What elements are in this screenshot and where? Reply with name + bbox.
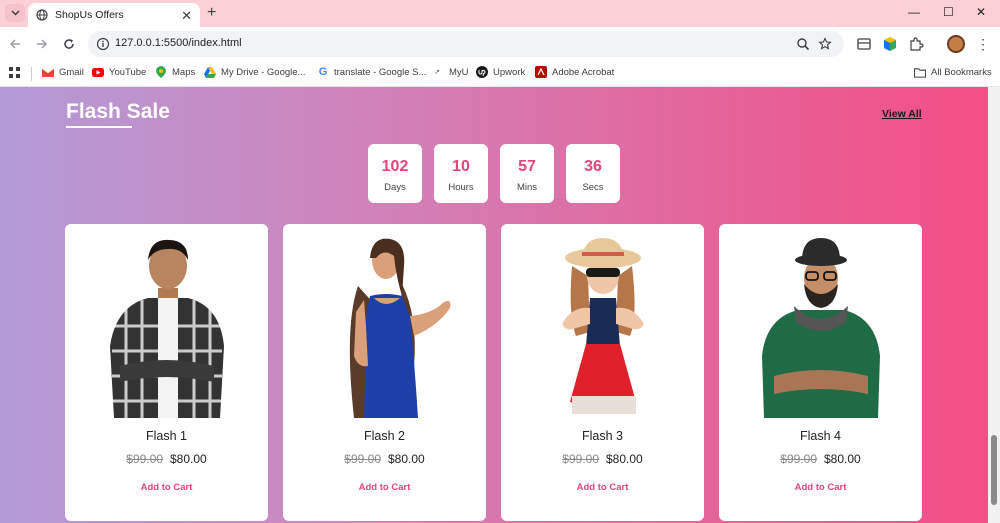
product-price: $99.00 $80.00 <box>501 452 704 466</box>
forward-button[interactable] <box>34 36 50 52</box>
bookmarks-bar: Gmail YouTube Maps My Drive - Google... … <box>0 61 1000 87</box>
active-tab[interactable]: ShopUs Offers ✕ <box>28 3 200 27</box>
info-icon[interactable] <box>96 37 110 51</box>
arrow-right-icon <box>37 39 48 49</box>
countdown-hours: 10 Hours <box>434 144 488 203</box>
close-window-icon[interactable]: ✕ <box>976 5 986 19</box>
old-price: $99.00 <box>780 452 817 466</box>
upwork-icon <box>476 66 488 78</box>
add-to-cart-button[interactable]: Add to Cart <box>283 482 486 493</box>
close-tab-icon[interactable]: ✕ <box>181 9 192 22</box>
add-to-cart-button[interactable]: Add to Cart <box>65 482 268 493</box>
page-scrollbar[interactable] <box>988 87 1000 523</box>
extension-cube-icon[interactable] <box>882 36 898 52</box>
countdown-value: 36 <box>584 158 602 175</box>
old-price: $99.00 <box>344 452 381 466</box>
product-card[interactable]: Flash 2 $99.00 $80.00 Add to Cart <box>283 224 486 521</box>
back-button[interactable] <box>7 36 23 52</box>
product-name: Flash 1 <box>146 429 187 443</box>
product-name: Flash 2 <box>364 429 405 443</box>
product-image-man-green-sweater[interactable] <box>750 236 891 418</box>
bookmark-star-icon[interactable] <box>818 37 832 51</box>
more-options-icon[interactable]: ⋮ <box>976 36 990 53</box>
arrow-left-icon <box>9 39 20 49</box>
tab-search-button[interactable] <box>5 4 25 22</box>
sale-price: $80.00 <box>606 452 643 466</box>
countdown-value: 102 <box>381 158 409 175</box>
profile-avatar[interactable] <box>947 35 965 53</box>
section-title: Flash Sale <box>66 100 170 123</box>
chevron-down-icon <box>10 10 20 16</box>
apps-grid-icon[interactable] <box>9 67 21 79</box>
product-price: $99.00 $80.00 <box>65 452 268 466</box>
url-text: 127.0.0.1:5500/index.html <box>115 37 242 49</box>
title-underline <box>66 126 132 128</box>
product-card[interactable]: Flash 1 $99.00 $80.00 Add to Cart <box>65 224 268 521</box>
product-image-girl-red-dress[interactable] <box>532 236 673 418</box>
bookmark-translate[interactable]: G translate - Google S... <box>317 66 427 78</box>
sale-price: $80.00 <box>824 452 861 466</box>
drive-icon <box>204 66 216 78</box>
browser-tab-bar: ShopUs Offers ✕ + — ☐ ✕ <box>0 0 1000 27</box>
countdown-label: Secs <box>582 182 604 193</box>
countdown-days: 102 Days <box>368 144 422 203</box>
scrollbar-thumb[interactable] <box>991 435 997 505</box>
reload-icon <box>64 39 74 49</box>
sale-price: $80.00 <box>170 452 207 466</box>
youtube-icon <box>92 66 104 78</box>
product-card[interactable]: Flash 3 $99.00 $80.00 Add to Cart <box>501 224 704 521</box>
product-name: Flash 4 <box>800 429 841 443</box>
old-price: $99.00 <box>126 452 163 466</box>
countdown-label: Mins <box>516 182 538 193</box>
zoom-icon[interactable] <box>796 37 810 51</box>
product-name: Flash 3 <box>582 429 623 443</box>
media-icon[interactable] <box>856 36 872 52</box>
all-bookmarks[interactable]: All Bookmarks <box>914 66 992 78</box>
new-tab-icon[interactable]: + <box>207 4 216 22</box>
globe-icon <box>36 9 48 21</box>
product-price: $99.00 $80.00 <box>283 452 486 466</box>
product-price: $99.00 $80.00 <box>719 452 922 466</box>
google-g-icon: G <box>318 66 328 78</box>
bookmark-adobe-acrobat[interactable]: Adobe Acrobat <box>535 66 614 78</box>
countdown-secs: 36 Secs <box>566 144 620 203</box>
countdown-label: Days <box>384 182 406 193</box>
acrobat-icon <box>535 66 547 78</box>
countdown-mins: 57 Mins <box>500 144 554 203</box>
product-image-woman-blue-dress[interactable] <box>314 236 455 418</box>
maximize-icon[interactable]: ☐ <box>943 5 954 19</box>
tab-title: ShopUs Offers <box>55 9 124 21</box>
bookmark-gmail[interactable]: Gmail <box>42 66 84 78</box>
bookmark-youtube[interactable]: YouTube <box>92 66 146 78</box>
sale-price: $80.00 <box>388 452 425 466</box>
reload-button[interactable] <box>61 36 77 52</box>
bookmark-upwork[interactable]: Upwork <box>476 66 525 78</box>
view-all-link[interactable]: View All <box>882 108 922 120</box>
countdown-value: 57 <box>518 158 536 175</box>
myu-logo-icon: ↗ <box>434 69 440 76</box>
add-to-cart-button[interactable]: Add to Cart <box>501 482 704 493</box>
folder-icon <box>914 66 926 78</box>
old-price: $99.00 <box>562 452 599 466</box>
countdown-value: 10 <box>452 158 470 175</box>
add-to-cart-button[interactable]: Add to Cart <box>719 482 922 493</box>
bookmark-my-drive[interactable]: My Drive - Google... <box>204 66 305 78</box>
product-image-man-plaid[interactable] <box>96 236 237 418</box>
bookmarks-separator <box>31 67 32 81</box>
gmail-icon <box>42 66 54 78</box>
puzzle-icon[interactable] <box>908 36 924 52</box>
maps-pin-icon <box>155 66 167 78</box>
browser-toolbar: 127.0.0.1:5500/index.html <box>0 27 1000 61</box>
address-bar[interactable]: 127.0.0.1:5500/index.html <box>88 31 844 57</box>
countdown-label: Hours <box>448 182 474 193</box>
product-card[interactable]: Flash 4 $99.00 $80.00 Add to Cart <box>719 224 922 521</box>
bookmark-maps[interactable]: Maps <box>155 66 195 78</box>
minimize-icon[interactable]: — <box>908 5 920 19</box>
flash-sale-section: Flash Sale View All 102 Days 10 Hours 57… <box>0 87 988 523</box>
bookmark-myu[interactable]: ↗ MyU <box>430 66 468 78</box>
